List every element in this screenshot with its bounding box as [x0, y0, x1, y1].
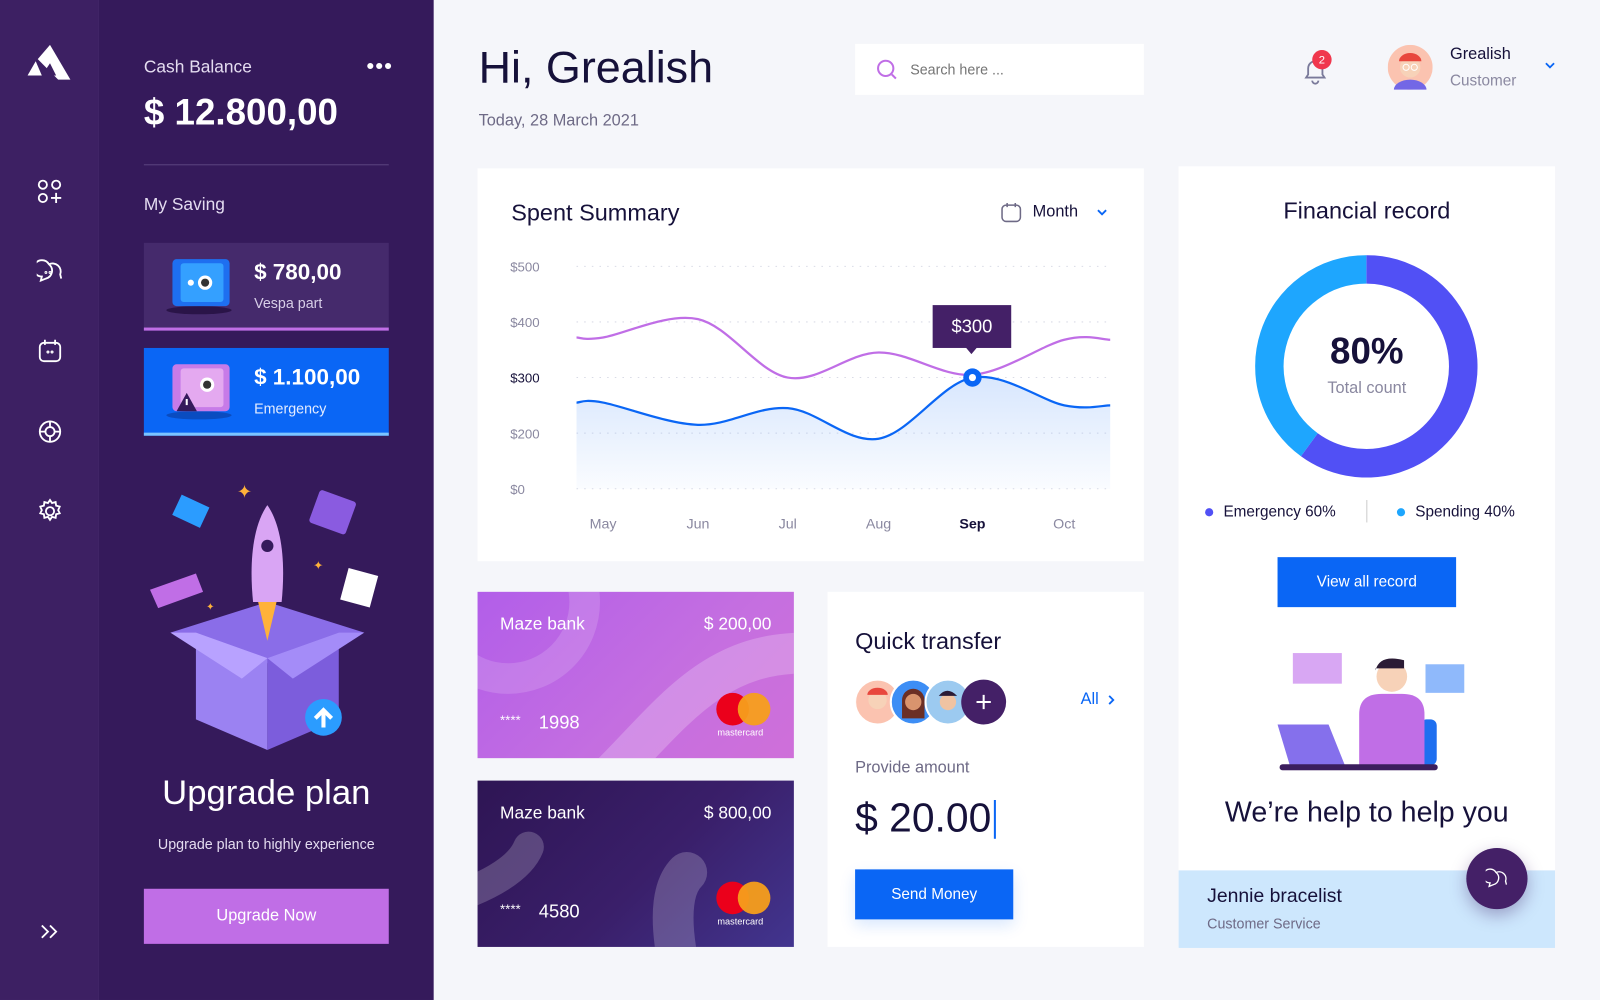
series-area	[576, 376, 1111, 489]
chat-button[interactable]	[1466, 847, 1528, 910]
highlight-point-center	[968, 373, 977, 382]
legend-dot	[1205, 507, 1214, 516]
legend-spending: Spending 40%	[1396, 503, 1515, 521]
x-tick-label: May	[590, 517, 618, 533]
upgrade-now-button[interactable]: Upgrade Now	[143, 888, 389, 944]
view-all-record-button[interactable]: View all record	[1277, 557, 1457, 608]
agent-role: Customer Service	[1207, 915, 1321, 932]
send-money-button[interactable]: Send Money	[855, 869, 1014, 920]
legend-dot	[1396, 507, 1406, 516]
card-brand: mastercard	[717, 727, 764, 738]
legend-divider	[1366, 499, 1368, 523]
card-title: Quick transfer	[855, 627, 1002, 655]
expand-icon[interactable]	[37, 918, 64, 945]
series-line	[576, 316, 1111, 380]
quick-transfer-card: Quick transfer All Provide amount $ 20.0…	[827, 591, 1144, 947]
x-tick-label: Jun	[686, 517, 709, 533]
card-balance: $ 200,00	[703, 614, 772, 634]
x-tick-label: Sep	[959, 517, 985, 533]
y-tick-label: $500	[510, 259, 539, 274]
mastercard-logo	[716, 881, 771, 915]
card-last4: 4580	[538, 901, 580, 922]
amount-input[interactable]: $ 20.00	[855, 795, 997, 842]
upgrade-title: Upgrade plan	[162, 773, 371, 813]
card-mask: ****	[499, 901, 521, 917]
y-tick-label: $0	[510, 482, 525, 497]
support-illustration	[1277, 653, 1465, 771]
card-balance: $ 800,00	[703, 803, 772, 823]
bank-card[interactable]: Maze bank $ 800,00 **** 4580 mastercard	[477, 780, 794, 947]
chart-tooltip: $300	[932, 305, 1012, 348]
bank-name: Maze bank	[499, 803, 585, 823]
help-title: We’re help to help you	[1224, 795, 1509, 828]
legend-emergency: Emergency 60%	[1205, 503, 1336, 520]
card-title: Financial record	[1283, 196, 1451, 224]
chat-icon	[1485, 868, 1508, 888]
amount-value: $ 20.00	[855, 795, 992, 841]
donut-center-label: Total count	[1327, 379, 1407, 397]
legend-label: Emergency 60%	[1223, 503, 1336, 521]
chevron-right-icon	[1108, 695, 1115, 705]
financial-record-card: Financial record 80% Total count Emergen…	[1178, 166, 1556, 948]
contacts-avatars[interactable]	[855, 678, 1010, 727]
card-last4: 1998	[538, 712, 580, 733]
svg-text:✦: ✦	[206, 602, 215, 613]
upgrade-text: Upgrade plan to highly experience	[157, 835, 375, 853]
bank-name: Maze bank	[499, 614, 585, 634]
all-label: All	[1080, 690, 1099, 709]
card-mask: ****	[499, 712, 521, 728]
text-cursor	[994, 799, 997, 839]
y-tick-label: $400	[510, 315, 539, 330]
y-tick-label: $200	[510, 426, 539, 441]
legend-label: Spending 40%	[1415, 503, 1515, 521]
mastercard-logo	[716, 692, 771, 726]
tooltip-arrow	[965, 346, 978, 355]
donut-center-value: 80%	[1330, 329, 1404, 372]
bank-card[interactable]: Maze bank $ 200,00 **** 1998 mastercard	[477, 591, 794, 759]
amount-label: Provide amount	[855, 759, 970, 777]
y-tick-label: $300	[510, 371, 539, 386]
agent-name: Jennie bracelist	[1207, 885, 1342, 908]
x-tick-label: Oct	[1053, 517, 1075, 533]
all-contacts-link[interactable]: All	[1081, 691, 1115, 709]
card-brand: mastercard	[717, 916, 764, 927]
x-tick-label: Jul	[779, 517, 797, 533]
x-tick-label: Aug	[866, 517, 891, 533]
